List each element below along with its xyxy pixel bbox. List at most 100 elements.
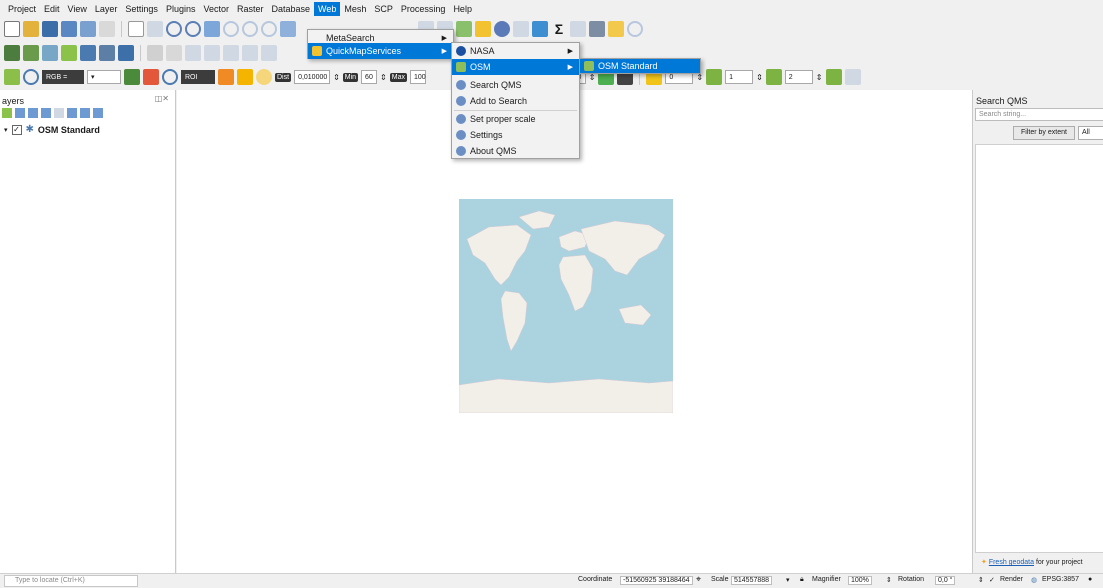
menu-view[interactable]: View xyxy=(64,2,91,16)
measure-icon[interactable] xyxy=(513,21,529,37)
fresh-geodata-link[interactable]: Fresh geodata xyxy=(989,559,1034,566)
menu-database[interactable]: Database xyxy=(268,2,315,16)
open-project-icon[interactable] xyxy=(23,21,39,37)
add-feature-icon[interactable] xyxy=(204,45,220,61)
menu-layer[interactable]: Layer xyxy=(91,2,122,16)
sum-icon[interactable]: Σ xyxy=(551,21,567,37)
tips-icon[interactable] xyxy=(608,21,624,37)
add-vector-icon[interactable] xyxy=(4,45,20,61)
filter-legend-icon[interactable] xyxy=(41,108,51,118)
menu-settings[interactable]: Settings xyxy=(121,2,162,16)
coordinate-field[interactable]: -51560925 39188464 xyxy=(620,576,693,585)
spin-arrows-icon[interactable]: ⇕ xyxy=(816,73,823,82)
add-raster-icon[interactable] xyxy=(23,45,39,61)
menu-edit[interactable]: Edit xyxy=(40,2,64,16)
edit-pencil-icon[interactable] xyxy=(147,45,163,61)
search-string-input[interactable]: Search string... xyxy=(975,108,1103,121)
toggle-extents-icon[interactable]: ⌖ xyxy=(696,574,701,585)
save-as-icon[interactable] xyxy=(61,21,77,37)
add-roi-icon[interactable] xyxy=(237,69,253,85)
add-group-icon[interactable] xyxy=(15,108,25,118)
remove-layer-icon[interactable] xyxy=(93,108,103,118)
classification-icon[interactable] xyxy=(218,69,234,85)
globe-icon[interactable]: ◍ xyxy=(1031,576,1037,584)
menu-plugins[interactable]: Plugins xyxy=(162,2,200,16)
rgb-combobox[interactable]: RGB = xyxy=(42,70,84,84)
deselect-icon[interactable] xyxy=(475,21,491,37)
render-checkmark-icon[interactable]: ✓ xyxy=(989,576,995,584)
messages-icon[interactable]: ● xyxy=(1088,576,1092,583)
cut-features-icon[interactable] xyxy=(261,45,277,61)
open-layer-styling-icon[interactable] xyxy=(2,108,12,118)
min-spinbox[interactable]: 60 xyxy=(361,70,378,84)
add-wcs-icon[interactable] xyxy=(99,45,115,61)
zoom-native-icon[interactable] xyxy=(261,21,277,37)
chevron-down-icon[interactable]: ▾ xyxy=(4,126,8,134)
menu-item-search-qms[interactable]: Search QMS xyxy=(452,77,579,93)
menu-item-settings[interactable]: Settings xyxy=(452,127,579,143)
menu-processing[interactable]: Processing xyxy=(397,2,450,16)
layer-name[interactable]: OSM Standard xyxy=(38,125,100,135)
dist-spinbox[interactable]: 0,010000 xyxy=(294,70,331,84)
filter-by-extent-button[interactable]: Filter by extent xyxy=(1013,126,1075,140)
max-spinbox[interactable]: 100 xyxy=(409,70,426,84)
save-edits-icon[interactable] xyxy=(185,45,201,61)
zoom-last-icon[interactable] xyxy=(280,21,296,37)
grid-icon[interactable] xyxy=(844,69,861,85)
vertex-tool-icon[interactable] xyxy=(223,45,239,61)
search-icon[interactable] xyxy=(627,21,643,37)
rotation-spinbox[interactable]: 0,0 ° xyxy=(935,576,956,585)
zoom-full-icon[interactable] xyxy=(204,21,220,37)
spin-arrows-icon[interactable]: ⇕ xyxy=(886,576,892,584)
zoom-layer-icon[interactable] xyxy=(242,21,258,37)
band-set-icon[interactable] xyxy=(124,69,140,85)
new-project-icon[interactable] xyxy=(4,21,20,37)
qms-results-list[interactable] xyxy=(975,144,1103,553)
collapse-all-icon[interactable] xyxy=(80,108,90,118)
spin-arrows-icon[interactable]: ⇕ xyxy=(756,73,763,82)
zoom-roi-icon[interactable] xyxy=(162,69,178,85)
menu-project[interactable]: Project xyxy=(4,2,40,16)
locator-input[interactable]: Type to locate (Ctrl+K) xyxy=(4,575,138,587)
roi-polygon-icon[interactable] xyxy=(143,69,159,85)
forward-icon[interactable] xyxy=(706,69,723,85)
print-layout-icon[interactable] xyxy=(80,21,96,37)
menu-help[interactable]: Help xyxy=(449,2,476,16)
add-wms-icon[interactable] xyxy=(80,45,96,61)
roi-combobox[interactable]: ROI xyxy=(181,70,215,84)
menu-item-add-to-search[interactable]: Add to Search xyxy=(452,93,579,109)
digitize-icon[interactable] xyxy=(61,45,77,61)
magnifier-spinbox[interactable]: 100% xyxy=(848,576,872,585)
world-map-tile[interactable] xyxy=(459,199,673,413)
map-canvas[interactable] xyxy=(177,90,972,573)
forward-icon[interactable] xyxy=(765,69,782,85)
filter-option-select[interactable]: All xyxy=(1078,126,1103,140)
save-project-icon[interactable] xyxy=(42,21,58,37)
panel-float-close-icon[interactable]: ◫✕ xyxy=(155,94,169,103)
filter-expression-icon[interactable] xyxy=(54,108,64,118)
menu-web[interactable]: Web xyxy=(314,2,341,16)
zoom-selection-icon[interactable] xyxy=(223,21,239,37)
rgb-value-combobox[interactable]: ▾ xyxy=(87,70,121,84)
zoom-in-icon[interactable] xyxy=(166,21,182,37)
menu-mesh[interactable]: Mesh xyxy=(340,2,370,16)
menu-scp[interactable]: SCP xyxy=(370,2,397,16)
gear-icon[interactable] xyxy=(532,21,548,37)
scp-main-icon[interactable] xyxy=(4,69,20,85)
annotation-icon[interactable] xyxy=(570,21,586,37)
forward-icon[interactable] xyxy=(825,69,842,85)
value4-spinbox[interactable]: 1 xyxy=(725,70,754,84)
add-delimited-icon[interactable] xyxy=(42,45,58,61)
spin-arrows-icon[interactable]: ⇕ xyxy=(333,73,340,82)
value5-spinbox[interactable]: 2 xyxy=(784,70,813,84)
pan-to-selection-icon[interactable] xyxy=(147,21,163,37)
menu-item-osm[interactable]: OSM ▶ xyxy=(452,59,579,75)
add-wfs-icon[interactable] xyxy=(118,45,134,61)
layer-row[interactable]: ▾ ✓ ✱ OSM Standard xyxy=(4,124,100,135)
style-manager-icon[interactable] xyxy=(99,21,115,37)
render-label[interactable]: Render xyxy=(1000,576,1023,583)
zoom-to-image-icon[interactable] xyxy=(23,69,39,85)
zoom-out-icon[interactable] xyxy=(185,21,201,37)
expand-all-icon[interactable] xyxy=(67,108,77,118)
select-icon[interactable] xyxy=(456,21,472,37)
